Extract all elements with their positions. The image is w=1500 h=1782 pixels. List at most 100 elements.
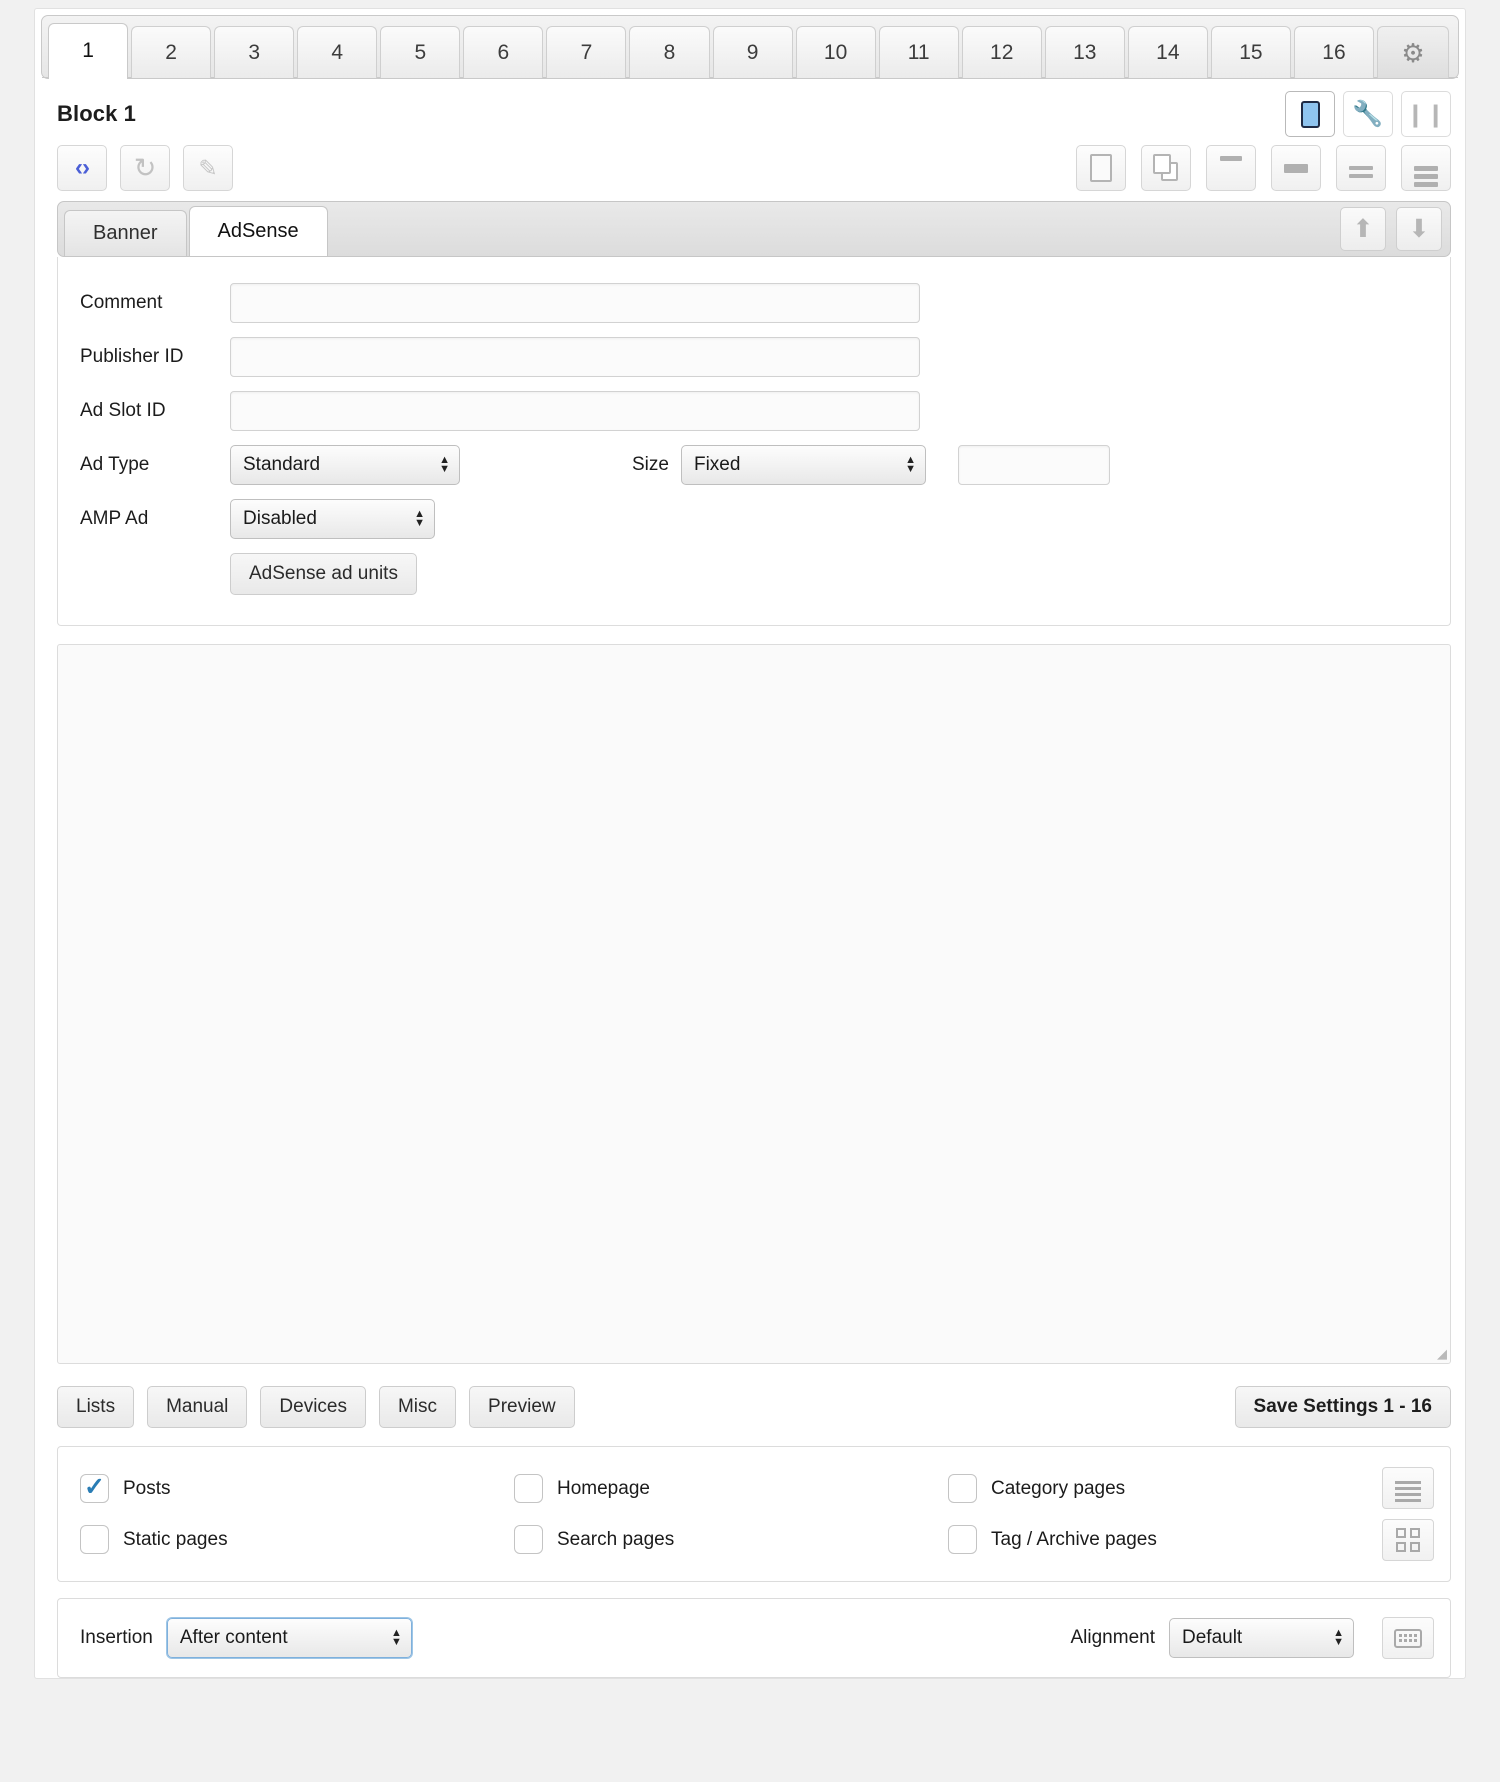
ad-slot-id-input[interactable] (230, 391, 920, 431)
keyboard-icon[interactable] (1382, 1617, 1434, 1659)
stacked-blocks-icon[interactable] (1141, 145, 1191, 191)
block-tab-7[interactable]: 7 (546, 26, 626, 78)
block-tab-label: 2 (165, 41, 177, 65)
tool-left-group: ‹› ↻ ✎ (57, 145, 233, 191)
ad-type-size-row: Ad Type Standard ▲▼ Size Fixed ▲▼ (58, 445, 1450, 485)
spinner-icon: ▲▼ (1333, 1629, 1344, 1647)
manual-button[interactable]: Manual (147, 1386, 247, 1428)
move-up-button[interactable]: ⬆ (1340, 207, 1386, 251)
device-phone-icon[interactable] (1285, 91, 1335, 137)
preview-button[interactable]: Preview (469, 1386, 575, 1428)
settings-tab[interactable]: ⚙ (1377, 26, 1449, 78)
code-icon[interactable]: ‹› (57, 145, 107, 191)
block-tab-10[interactable]: 10 (796, 26, 876, 78)
spinner-icon: ▲▼ (439, 456, 450, 474)
keyboard-shape (1394, 1629, 1422, 1648)
bar-shape (1284, 164, 1308, 173)
code-glyph: ‹› (75, 156, 89, 180)
comment-input[interactable] (230, 283, 920, 323)
checkbox-box[interactable] (80, 1525, 109, 1554)
grid-view-icon[interactable] (1382, 1519, 1434, 1561)
size-value: Fixed (694, 454, 740, 476)
two-bars-icon[interactable] (1336, 145, 1386, 191)
gear-icon: ⚙ (1401, 40, 1424, 66)
display-options-side-icons (1382, 1467, 1434, 1561)
insertion-label: Insertion (80, 1627, 153, 1649)
block-tab-14[interactable]: 14 (1128, 26, 1208, 78)
checkbox-category-pages[interactable]: Category pages (948, 1474, 1382, 1503)
single-block-icon[interactable] (1076, 145, 1126, 191)
tab-adsense[interactable]: AdSense (189, 206, 328, 256)
amp-ad-label: AMP Ad (80, 508, 230, 530)
block-tab-3[interactable]: 3 (214, 26, 294, 78)
block-tab-label: 1 (82, 39, 94, 63)
checkbox-box[interactable] (948, 1525, 977, 1554)
wrench-icon[interactable]: 🔧 (1343, 91, 1393, 137)
tab-banner[interactable]: Banner (64, 210, 187, 256)
action-button-row: Lists Manual Devices Misc Preview Save S… (35, 1364, 1465, 1446)
resize-handle-icon[interactable]: ◢ (1433, 1347, 1447, 1361)
tab-label: AdSense (218, 220, 299, 243)
ad-type-value: Standard (243, 454, 320, 476)
ad-type-select[interactable]: Standard ▲▼ (230, 445, 460, 485)
insertion-select[interactable]: After content ▲▼ (167, 1618, 412, 1658)
phone-shape (1301, 101, 1320, 128)
amp-ad-select[interactable]: Disabled ▲▼ (230, 499, 435, 539)
checkbox-label: Posts (123, 1478, 171, 1500)
size-select[interactable]: Fixed ▲▼ (681, 445, 926, 485)
block-tab-15[interactable]: 15 (1211, 26, 1291, 78)
bar-middle-icon[interactable] (1271, 145, 1321, 191)
block-tab-2[interactable]: 2 (131, 26, 211, 78)
header-icon-group: 🔧 ❙❙ (1285, 91, 1451, 137)
checkbox-box[interactable] (80, 1474, 109, 1503)
publisher-id-input[interactable] (230, 337, 920, 377)
block-tab-8[interactable]: 8 (629, 26, 709, 78)
alignment-select[interactable]: Default ▲▼ (1169, 1618, 1354, 1658)
block-tab-9[interactable]: 9 (713, 26, 793, 78)
checkbox-static-pages[interactable]: Static pages (80, 1525, 514, 1554)
block-tab-4[interactable]: 4 (297, 26, 377, 78)
reorder-buttons: ⬆ ⬇ (1340, 207, 1442, 256)
block-tab-13[interactable]: 13 (1045, 26, 1125, 78)
devices-button[interactable]: Devices (260, 1386, 366, 1428)
amp-ad-value: Disabled (243, 508, 317, 530)
block-tab-1[interactable]: 1 (48, 23, 128, 78)
checkbox-search-pages[interactable]: Search pages (514, 1525, 948, 1554)
list-view-icon[interactable] (1382, 1467, 1434, 1509)
refresh-icon[interactable]: ↻ (120, 145, 170, 191)
misc-button[interactable]: Misc (379, 1386, 456, 1428)
page-wrap: 1 2 3 4 5 6 7 8 9 10 11 12 13 14 15 16 ⚙ (34, 0, 1466, 1679)
move-down-button[interactable]: ⬇ (1396, 207, 1442, 251)
block-code-editor[interactable]: ◢ (57, 644, 1451, 1364)
display-options-grid: Posts Homepage Category pages Static pag… (80, 1474, 1382, 1554)
save-settings-button[interactable]: Save Settings 1 - 16 (1235, 1386, 1451, 1428)
pause-icon[interactable]: ❙❙ (1401, 91, 1451, 137)
block-tab-12[interactable]: 12 (962, 26, 1042, 78)
block-type-tabs: Banner AdSense ⬆ ⬇ (57, 201, 1451, 257)
checkbox-tag-archive-pages[interactable]: Tag / Archive pages (948, 1525, 1382, 1554)
block-tab-6[interactable]: 6 (463, 26, 543, 78)
spinner-icon: ▲▼ (414, 510, 425, 528)
checkbox-box[interactable] (514, 1525, 543, 1554)
checkbox-homepage[interactable]: Homepage (514, 1474, 948, 1503)
adsense-ad-units-button[interactable]: AdSense ad units (230, 553, 417, 595)
stack-shape (1153, 154, 1179, 182)
block-header-row: Block 1 🔧 ❙❙ (35, 79, 1465, 141)
checkbox-label: Homepage (557, 1478, 650, 1500)
adsense-form: Comment Publisher ID Ad Slot ID Ad Type … (57, 257, 1451, 626)
checkbox-posts[interactable]: Posts (80, 1474, 514, 1503)
block-tab-5[interactable]: 5 (380, 26, 460, 78)
block-tab-label: 7 (581, 41, 593, 65)
checkbox-box[interactable] (514, 1474, 543, 1503)
edit-icon[interactable]: ✎ (183, 145, 233, 191)
lists-button[interactable]: Lists (57, 1386, 134, 1428)
pause-glyph: ❙❙ (1406, 103, 1447, 126)
tab-label: Banner (93, 222, 158, 245)
three-bars-icon[interactable] (1401, 145, 1451, 191)
publisher-id-row: Publisher ID (58, 337, 1450, 377)
size-extra-input[interactable] (958, 445, 1110, 485)
block-tab-11[interactable]: 11 (879, 26, 959, 78)
block-tab-16[interactable]: 16 (1294, 26, 1374, 78)
checkbox-box[interactable] (948, 1474, 977, 1503)
bar-top-icon[interactable] (1206, 145, 1256, 191)
